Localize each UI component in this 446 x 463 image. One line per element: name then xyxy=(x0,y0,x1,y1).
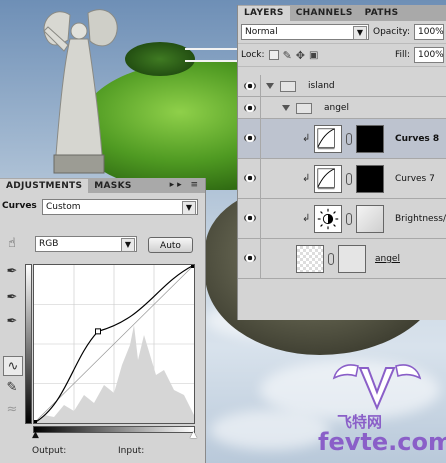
layer-brightness[interactable]: ↲ Brightness/ xyxy=(238,199,446,239)
chain-link-icon[interactable] xyxy=(346,213,352,225)
lock-label: Lock: xyxy=(241,50,265,60)
adjustments-panel-tabs: ADJUSTMENTS MASKS ▸▸ ≡ xyxy=(0,178,205,193)
curves-thumbnail-icon xyxy=(314,125,342,153)
channel-select[interactable]: RGB ▼ xyxy=(35,236,137,252)
eye-icon[interactable] xyxy=(244,104,256,112)
curves-graph[interactable] xyxy=(33,264,195,424)
chevron-down-icon: ▼ xyxy=(353,26,367,40)
folder-icon xyxy=(296,103,312,114)
clip-arrow-icon: ↲ xyxy=(302,213,311,224)
chain-link-icon[interactable] xyxy=(346,173,352,185)
clip-arrow-icon: ↲ xyxy=(302,173,311,184)
smooth-icon[interactable]: ≈ xyxy=(3,400,21,418)
watermark-url: fevte.com xyxy=(318,428,446,456)
layer-mask-thumbnail[interactable] xyxy=(356,165,384,193)
tab-adjustments[interactable]: ADJUSTMENTS xyxy=(0,179,89,193)
blend-mode-value: Normal xyxy=(245,27,278,37)
layer-mask-thumbnail[interactable] xyxy=(356,205,384,233)
blend-row: Normal ▼ Opacity: 100% xyxy=(238,21,446,44)
eye-icon[interactable] xyxy=(244,214,256,222)
white-point-slider-icon[interactable]: ▲ xyxy=(190,430,197,440)
fill-label: Fill: xyxy=(394,50,410,60)
lock-all-icon[interactable]: ▣ xyxy=(309,50,318,61)
layers-panel-tabs: LAYERS CHANNELS PATHS xyxy=(238,5,446,21)
chain-link-icon[interactable] xyxy=(346,133,352,145)
folder-icon xyxy=(280,81,296,92)
curve-control-point[interactable] xyxy=(33,420,37,425)
layer-name: Brightness/ xyxy=(395,214,446,224)
layer-group-island[interactable]: island xyxy=(238,75,446,97)
layer-name: Curves 8 xyxy=(395,134,440,144)
black-point-slider-icon[interactable]: ▲ xyxy=(32,430,39,440)
lock-paint-icon[interactable]: ✎ xyxy=(283,49,292,62)
layer-mask-thumbnail[interactable] xyxy=(356,125,384,153)
preset-value: Custom xyxy=(46,202,81,212)
angel-statue xyxy=(43,9,118,174)
layer-angel[interactable]: angel xyxy=(238,239,446,279)
layer-curves-8[interactable]: ↲ Curves 8 xyxy=(238,119,446,159)
layer-name: Curves 7 xyxy=(395,174,435,184)
expand-triangle-icon[interactable] xyxy=(282,105,290,111)
layer-curves-7[interactable]: ↲ Curves 7 xyxy=(238,159,446,199)
hand-adjust-icon[interactable]: ☝ xyxy=(3,234,21,252)
output-label: Output: xyxy=(32,446,67,456)
tab-paths[interactable]: PATHS xyxy=(359,6,405,21)
eye-icon[interactable] xyxy=(244,82,256,90)
curve-points-icon[interactable]: ∿ xyxy=(3,356,23,376)
tab-channels[interactable]: CHANNELS xyxy=(290,6,359,21)
fill-input[interactable]: 100% xyxy=(414,47,444,63)
auto-button[interactable]: Auto xyxy=(148,237,193,253)
input-label: Input: xyxy=(118,446,145,456)
black-point-eyedropper-icon[interactable]: ✒ xyxy=(3,262,21,280)
layer-thumbnail xyxy=(296,245,324,273)
layer-name: angel xyxy=(375,254,400,264)
eye-icon[interactable] xyxy=(244,134,256,142)
watermark-wings-logo xyxy=(332,364,422,411)
tab-masks[interactable]: MASKS xyxy=(88,179,137,193)
layer-name: island xyxy=(308,81,335,91)
eye-icon[interactable] xyxy=(244,254,256,262)
panel-menu-icon[interactable]: ▸▸ ≡ xyxy=(170,180,201,190)
cloud xyxy=(210,410,330,450)
layer-group-angel[interactable]: angel xyxy=(238,97,446,119)
curve-control-point[interactable] xyxy=(95,328,101,335)
expand-triangle-icon[interactable] xyxy=(266,83,274,89)
chevron-down-icon: ▼ xyxy=(121,238,135,252)
lock-transparent-icon[interactable] xyxy=(268,50,279,60)
clip-arrow-icon: ↲ xyxy=(302,133,311,144)
preset-select[interactable]: Custom ▼ xyxy=(42,199,198,215)
adjustments-panel: ADJUSTMENTS MASKS ▸▸ ≡ Curves Custom ▼ R… xyxy=(0,178,206,463)
adjustment-type-label: Curves xyxy=(2,201,37,211)
tab-layers[interactable]: LAYERS xyxy=(238,6,290,21)
white-point-eyedropper-icon[interactable]: ✒ xyxy=(3,312,21,330)
layer-mask-thumbnail[interactable] xyxy=(338,245,366,273)
curves-thumbnail-icon xyxy=(314,165,342,193)
layers-panel: LAYERS CHANNELS PATHS Normal ▼ Opacity: … xyxy=(237,5,446,320)
fence xyxy=(185,48,240,62)
pencil-icon[interactable]: ✎ xyxy=(3,378,21,396)
brightness-icon xyxy=(314,205,342,233)
curve-control-point[interactable] xyxy=(191,264,196,268)
input-gradient-bar xyxy=(33,426,195,433)
channel-value: RGB xyxy=(39,239,59,249)
opacity-input[interactable]: 100% xyxy=(414,24,444,40)
lock-row: Lock: ✎ ✥ ▣ Fill: 100% xyxy=(238,44,446,67)
chain-link-icon[interactable] xyxy=(328,253,334,265)
layer-name: angel xyxy=(324,103,349,113)
eye-icon[interactable] xyxy=(244,174,256,182)
lock-move-icon[interactable]: ✥ xyxy=(296,49,305,62)
gray-point-eyedropper-icon[interactable]: ✒ xyxy=(3,288,21,306)
output-gradient-bar xyxy=(25,264,32,424)
opacity-label: Opacity: xyxy=(373,27,410,37)
chevron-down-icon: ▼ xyxy=(182,201,196,215)
blend-mode-select[interactable]: Normal ▼ xyxy=(241,24,369,40)
